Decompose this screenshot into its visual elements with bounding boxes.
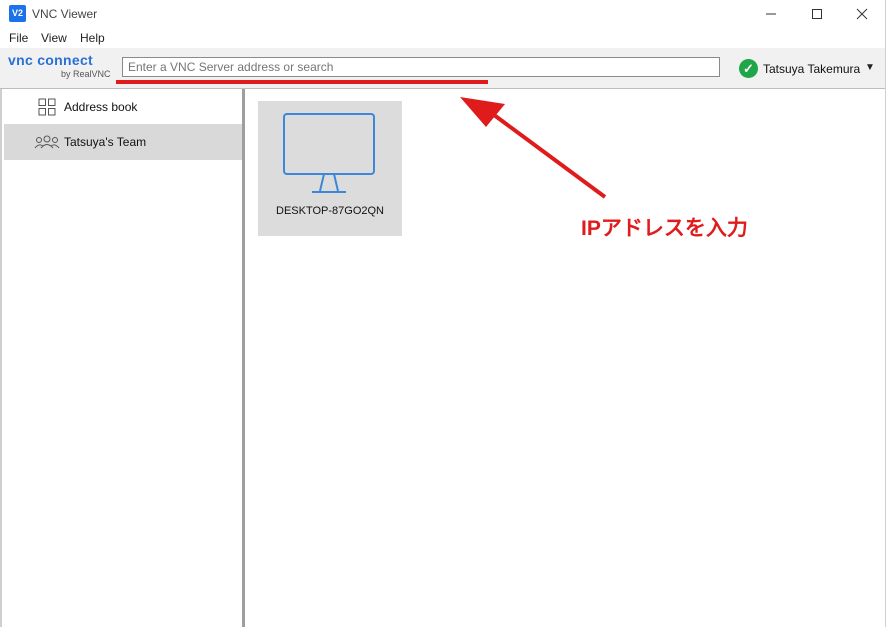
close-icon: [856, 8, 868, 20]
grid-icon: [36, 96, 58, 118]
menu-bar: File View Help: [0, 28, 885, 48]
menu-help[interactable]: Help: [80, 31, 105, 45]
title-bar: V2 VNC Viewer: [0, 0, 885, 28]
annotation-underline: [116, 80, 488, 84]
sidebar-item-label: Address book: [64, 100, 138, 114]
sidebar-item-label: Tatsuya's Team: [64, 135, 147, 149]
sidebar-item-team[interactable]: Tatsuya's Team: [4, 124, 244, 160]
menu-view[interactable]: View: [41, 31, 67, 45]
minimize-button[interactable]: [748, 0, 794, 28]
signed-in-check-icon: ✓: [739, 59, 758, 78]
maximize-icon: [812, 9, 822, 19]
vnc-connect-logo: vnc connect: [8, 52, 93, 68]
vnc-viewer-window: V2 VNC Viewer File View Help vnc connect…: [0, 0, 885, 627]
minimize-icon: [766, 13, 776, 15]
vnc-app-icon: V2: [9, 5, 26, 22]
sidebar: Address book Tatsuya's Team: [0, 89, 244, 627]
menu-file[interactable]: File: [9, 31, 28, 45]
user-name[interactable]: Tatsuya Takemura: [763, 62, 860, 76]
user-menu-caret-icon[interactable]: ▼: [865, 62, 875, 73]
window-title: VNC Viewer: [32, 7, 98, 21]
team-icon: [34, 131, 60, 153]
annotation-label: IPアドレスを入力: [581, 217, 748, 240]
logo-byline: by RealVNC: [61, 69, 111, 79]
monitor-icon: [283, 113, 375, 193]
close-button[interactable]: [839, 0, 885, 28]
computer-name: DESKTOP-87GO2QN: [276, 205, 384, 217]
maximize-button[interactable]: [794, 0, 840, 28]
sidebar-item-address-book[interactable]: Address book: [4, 89, 244, 125]
server-address-search-input[interactable]: [122, 57, 720, 77]
computer-tile[interactable]: DESKTOP-87GO2QN: [258, 101, 402, 236]
